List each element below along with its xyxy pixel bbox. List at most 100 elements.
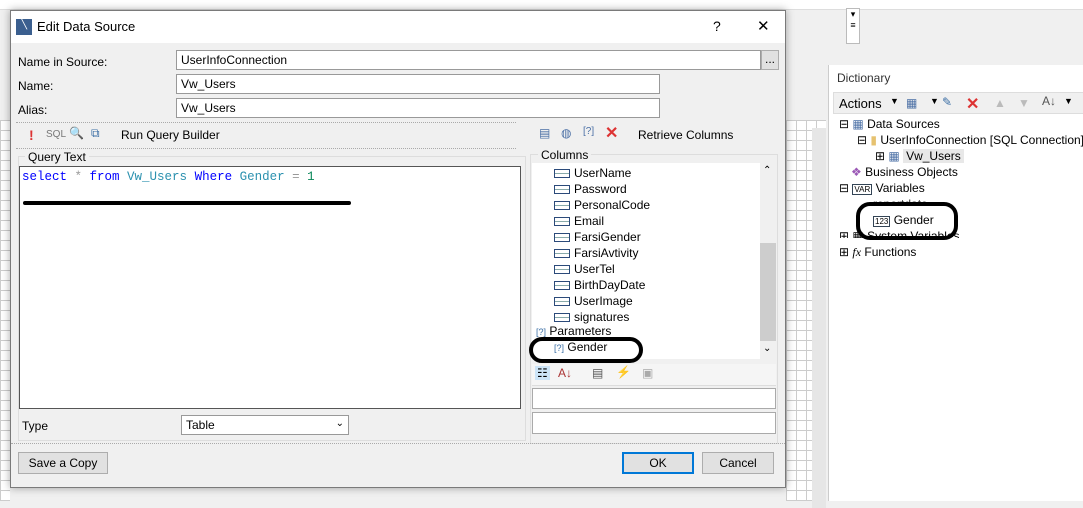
events-icon[interactable]: ⚡ <box>616 365 631 379</box>
annotation-circle <box>856 202 958 240</box>
column-item[interactable]: BirthDayDate <box>554 277 645 293</box>
column-icon <box>554 185 570 195</box>
column-name: PersonalCode <box>574 198 651 212</box>
dictionary-title: Dictionary <box>837 71 891 85</box>
column-icon <box>554 281 570 291</box>
type-label: Type <box>22 419 49 433</box>
alias-label: Alias: <box>18 103 48 117</box>
divider <box>16 148 516 149</box>
alias-input[interactable]: Vw_Users <box>176 98 660 118</box>
column-item[interactable]: Password <box>554 181 627 197</box>
column-name: UserTel <box>574 262 615 276</box>
column-icon <box>554 233 570 243</box>
divider <box>16 122 516 123</box>
property-grid[interactable] <box>532 388 776 409</box>
new-calc-column-icon[interactable]: ◍ <box>561 126 571 140</box>
save-a-copy-button[interactable]: Save a Copy <box>18 452 108 474</box>
ok-button[interactable]: OK <box>622 452 694 474</box>
edit-icon[interactable]: ✎ <box>942 95 952 109</box>
column-item[interactable]: FarsiGender <box>554 229 641 245</box>
scrollbar-thumb[interactable] <box>760 243 776 341</box>
tree-business-objects[interactable]: ❖ Business Objects <box>851 164 958 180</box>
column-name: FarsiAvtivity <box>574 246 639 260</box>
column-item[interactable]: UserImage <box>554 293 633 309</box>
app-toolbar-strip <box>0 0 1083 10</box>
name-input[interactable]: Vw_Users <box>176 74 660 94</box>
designer-canvas <box>0 120 10 501</box>
divider <box>11 443 785 444</box>
query-builder-icon[interactable]: ⧉ <box>91 126 100 141</box>
ribbon-scroll-buttons[interactable]: ▾ ≡ <box>846 8 860 44</box>
scroll-down-icon[interactable]: ⌄ <box>763 343 771 354</box>
column-icon <box>554 217 570 227</box>
name-in-source-label: Name in Source: <box>18 55 108 69</box>
move-down-icon[interactable]: ▼ <box>1018 96 1030 110</box>
tree-data-sources[interactable]: ⊟ ▦ Data Sources <box>839 116 940 132</box>
column-icon <box>554 249 570 259</box>
scroll-up-icon[interactable]: ⌃ <box>763 165 771 176</box>
new-parameter-icon[interactable]: [?] <box>583 126 594 137</box>
column-icon <box>554 169 570 179</box>
property-toolbar: ☷ A↓ ▤ ⚡ ▣ <box>532 364 776 386</box>
tree-view-vw-users[interactable]: ⊞ ▦ Vw_Users <box>875 148 964 164</box>
column-item[interactable]: UserTel <box>554 261 615 277</box>
annotation-circle <box>529 337 643 363</box>
columns-scrollbar[interactable]: ⌃ ⌄ <box>760 163 776 359</box>
tree-functions[interactable]: ⊞ fx Functions <box>839 244 916 260</box>
move-up-icon[interactable]: ▲ <box>994 96 1006 110</box>
actions-dropdown-icon[interactable]: ▼ <box>890 96 899 106</box>
dictionary-panel: Dictionary Actions ▼ ▦ ▼ ✎ ✕ ▲ ▼ A↓ ▼ ⊟ … <box>828 65 1083 501</box>
column-item[interactable]: UserName <box>554 165 631 181</box>
column-name: Password <box>574 182 627 196</box>
columns-tree[interactable]: UserName Password PersonalCode Email FarsiGe… <box>532 163 776 359</box>
exclamation-icon[interactable]: ! <box>29 127 34 143</box>
name-in-source-input[interactable]: UserInfoConnection <box>176 50 761 70</box>
property-description <box>532 412 776 434</box>
canvas-scrollbar[interactable] <box>812 128 826 508</box>
column-name: Email <box>574 214 605 228</box>
new-column-icon[interactable]: ▤ <box>539 126 550 140</box>
cancel-button[interactable]: Cancel <box>702 452 774 474</box>
actions-menu[interactable]: Actions <box>839 96 882 111</box>
column-item[interactable]: FarsiAvtivity <box>554 245 638 261</box>
annotation-underline <box>23 201 351 205</box>
delete-icon[interactable]: ✕ <box>605 123 618 143</box>
title-bar: ╲ Edit Data Source ? ✕ <box>11 11 785 43</box>
edit-data-source-dialog: ╲ Edit Data Source ? ✕ Name in Source: U… <box>10 10 786 488</box>
run-query-builder-button[interactable]: Run Query Builder <box>121 128 220 142</box>
column-name: signatures <box>574 310 630 324</box>
name-label: Name: <box>18 79 54 93</box>
preview-icon[interactable]: 🔍 <box>69 126 84 140</box>
dialog-title: Edit Data Source <box>37 19 136 34</box>
sort-icon[interactable]: A↓ <box>1042 94 1056 108</box>
column-name: UserImage <box>574 294 633 308</box>
help-button[interactable]: ? <box>713 18 721 34</box>
type-select[interactable]: Table ⌄ <box>181 415 349 435</box>
delete-icon[interactable]: ✕ <box>966 94 979 114</box>
query-text-label: Query Text <box>25 150 89 164</box>
column-name: FarsiGender <box>574 230 641 244</box>
properties-icon[interactable]: ▤ <box>592 366 603 380</box>
column-item[interactable]: Email <box>554 213 604 229</box>
new-datasource-icon[interactable]: ▦ <box>906 96 917 110</box>
sql-icon[interactable]: SQL <box>46 129 66 140</box>
categorized-icon[interactable]: ☷ <box>535 366 550 380</box>
close-button[interactable]: ✕ <box>757 17 770 35</box>
column-icon <box>554 265 570 275</box>
columns-label: Columns <box>538 148 592 162</box>
sort-dropdown-icon[interactable]: ▼ <box>1064 96 1073 106</box>
app-icon: ╲ <box>16 19 32 35</box>
column-icon <box>554 201 570 211</box>
retrieve-columns-button[interactable]: Retrieve Columns <box>638 128 733 142</box>
chevron-down-icon: ⌄ <box>335 418 344 429</box>
new-dropdown-icon[interactable]: ▼ <box>930 96 939 106</box>
alphabetical-icon[interactable]: A↓ <box>558 366 572 380</box>
tree-connection[interactable]: ⊟ ▮ UserInfoConnection [SQL Connection] <box>857 132 1083 148</box>
tree-variables[interactable]: ⊟ VAR Variables <box>839 180 925 196</box>
column-name: UserName <box>574 166 632 180</box>
column-item[interactable]: PersonalCode <box>554 197 650 213</box>
column-icon <box>554 313 570 323</box>
property-pages-icon[interactable]: ▣ <box>642 366 653 380</box>
browse-button[interactable]: ... <box>761 50 779 70</box>
column-name: BirthDayDate <box>574 278 646 292</box>
